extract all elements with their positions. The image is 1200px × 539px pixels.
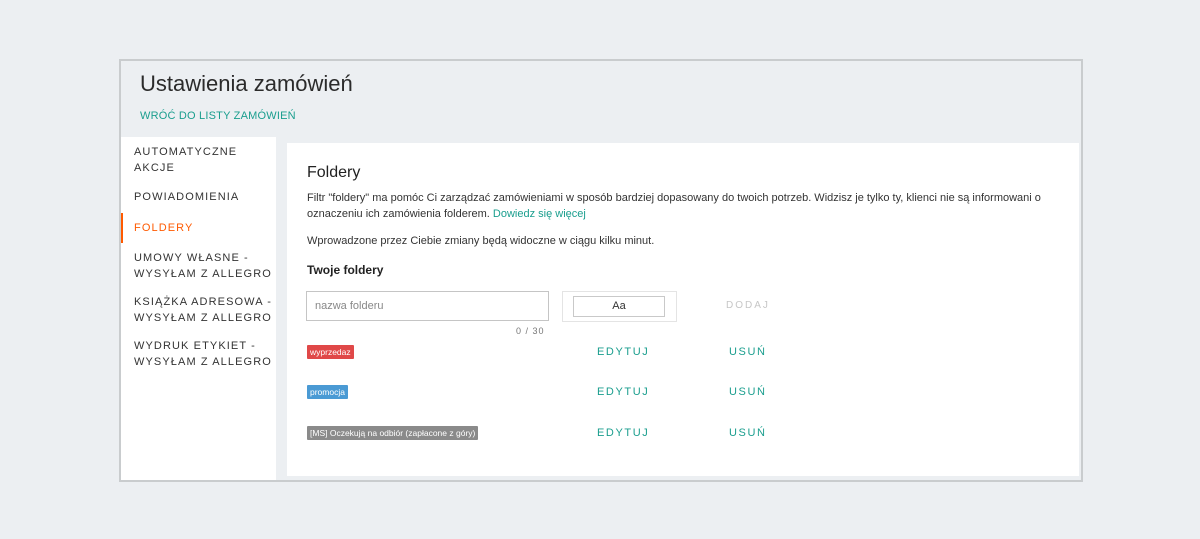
sidebar-item-label: AKCJE <box>134 162 175 174</box>
sidebar-item-label: WYSYŁAM Z ALLEGRO <box>134 268 272 280</box>
sidebar-item-label-printing[interactable]: WYDRUK ETYKIET - WYSYŁAM Z ALLEGRO <box>121 338 276 370</box>
edit-folder-button[interactable]: EDYTUJ <box>597 427 649 439</box>
page-title: Ustawienia zamówień <box>140 71 353 96</box>
sidebar-item-label: UMOWY WŁASNE - <box>134 252 249 264</box>
character-counter: 0 / 30 <box>516 326 545 336</box>
sidebar-item-label: WYDRUK ETYKIET - <box>134 340 256 352</box>
sidebar-item-label: WYSYŁAM Z ALLEGRO <box>134 356 272 368</box>
color-picker-box: Aa <box>562 291 677 322</box>
section-heading: Foldery <box>307 164 361 181</box>
sidebar-item-address-book[interactable]: KSIĄŻKA ADRESOWA - WYSYŁAM Z ALLEGRO <box>121 294 276 326</box>
folder-name-input[interactable] <box>306 291 549 321</box>
sidebar-item-label: KSIĄŻKA ADRESOWA - <box>134 296 272 308</box>
sidebar-item-label: WYSYŁAM Z ALLEGRO <box>134 312 272 324</box>
folders-description: Filtr "foldery" ma pomóc Ci zarządzać za… <box>307 190 1072 222</box>
sidebar: AUTOMATYCZNE AKCJE POWIADOMIENIA FOLDERY… <box>121 137 276 480</box>
delete-folder-button[interactable]: USUŃ <box>729 427 767 439</box>
learn-more-link[interactable]: Dowiedz się więcej <box>493 208 586 220</box>
changes-notice: Wprowadzone przez Ciebie zmiany będą wid… <box>307 235 655 247</box>
back-to-orders-link[interactable]: WRÓĆ DO LISTY ZAMÓWIEŃ <box>140 110 296 122</box>
delete-folder-button[interactable]: USUŃ <box>729 386 767 398</box>
sidebar-item-automatic-actions[interactable]: AUTOMATYCZNE AKCJE <box>121 144 276 176</box>
sidebar-item-label: FOLDERY <box>134 222 194 234</box>
color-picker-button[interactable]: Aa <box>573 296 665 317</box>
sidebar-item-label: AUTOMATYCZNE <box>134 146 238 158</box>
folders-panel: Foldery Filtr "foldery" ma pomóc Ci zarz… <box>287 143 1079 476</box>
delete-folder-button[interactable]: USUŃ <box>729 346 767 358</box>
add-folder-button[interactable]: DODAJ <box>726 300 770 311</box>
sidebar-item-notifications[interactable]: POWIADOMIENIA <box>121 189 276 205</box>
sidebar-item-own-contracts[interactable]: UMOWY WŁASNE - WYSYŁAM Z ALLEGRO <box>121 250 276 282</box>
edit-folder-button[interactable]: EDYTUJ <box>597 346 649 358</box>
sidebar-item-folders[interactable]: FOLDERY <box>121 213 276 243</box>
description-text: Filtr "foldery" ma pomóc Ci zarządzać za… <box>307 192 1041 220</box>
folder-badge: wyprzedaz <box>307 345 354 359</box>
folder-badge: [MS] Oczekują na odbiór (zapłacone z gór… <box>307 426 479 440</box>
sidebar-item-label: POWIADOMIENIA <box>134 191 240 203</box>
folder-badge: promocja <box>307 385 348 399</box>
edit-folder-button[interactable]: EDYTUJ <box>597 386 649 398</box>
your-folders-heading: Twoje foldery <box>307 263 384 277</box>
settings-frame: Ustawienia zamówień WRÓĆ DO LISTY ZAMÓWI… <box>119 59 1083 482</box>
